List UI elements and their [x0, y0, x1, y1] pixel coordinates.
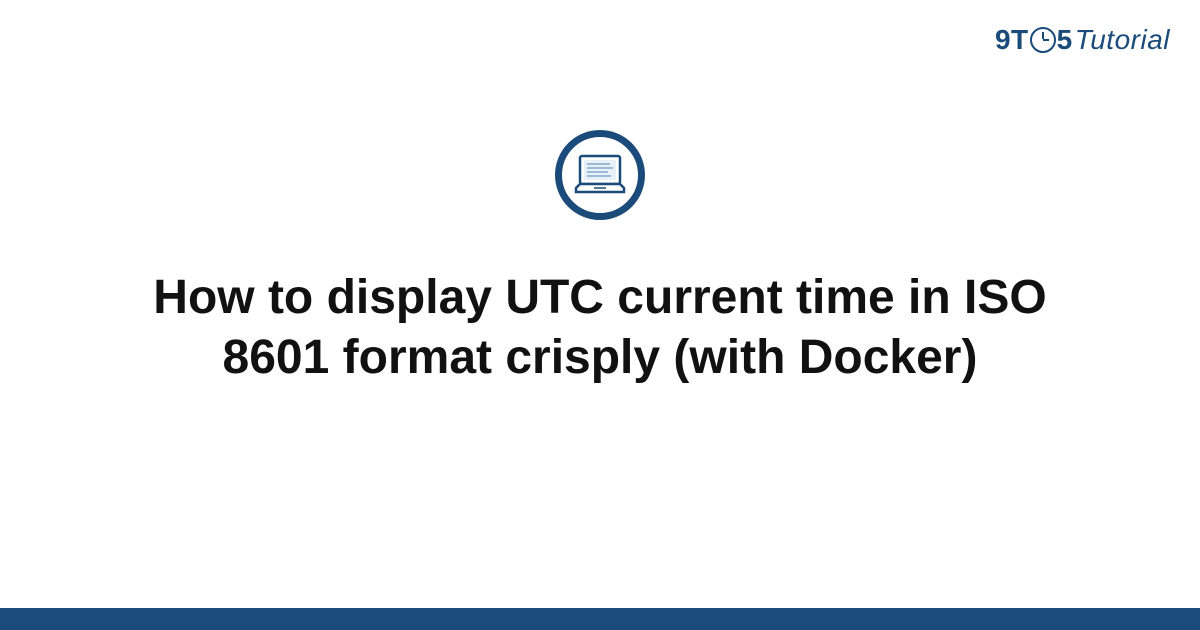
clock-icon	[1030, 27, 1056, 53]
site-logo[interactable]: 9T 5 Tutorial	[995, 24, 1170, 56]
footer-bar	[0, 608, 1200, 630]
logo-text-9t: 9T	[995, 24, 1029, 56]
logo-text-tutorial: Tutorial	[1075, 24, 1170, 56]
main-content: How to display UTC current time in ISO 8…	[0, 130, 1200, 388]
logo-text-5: 5	[1057, 24, 1073, 56]
article-icon-circle	[555, 130, 645, 220]
article-title: How to display UTC current time in ISO 8…	[90, 268, 1110, 388]
laptop-icon	[574, 154, 626, 196]
